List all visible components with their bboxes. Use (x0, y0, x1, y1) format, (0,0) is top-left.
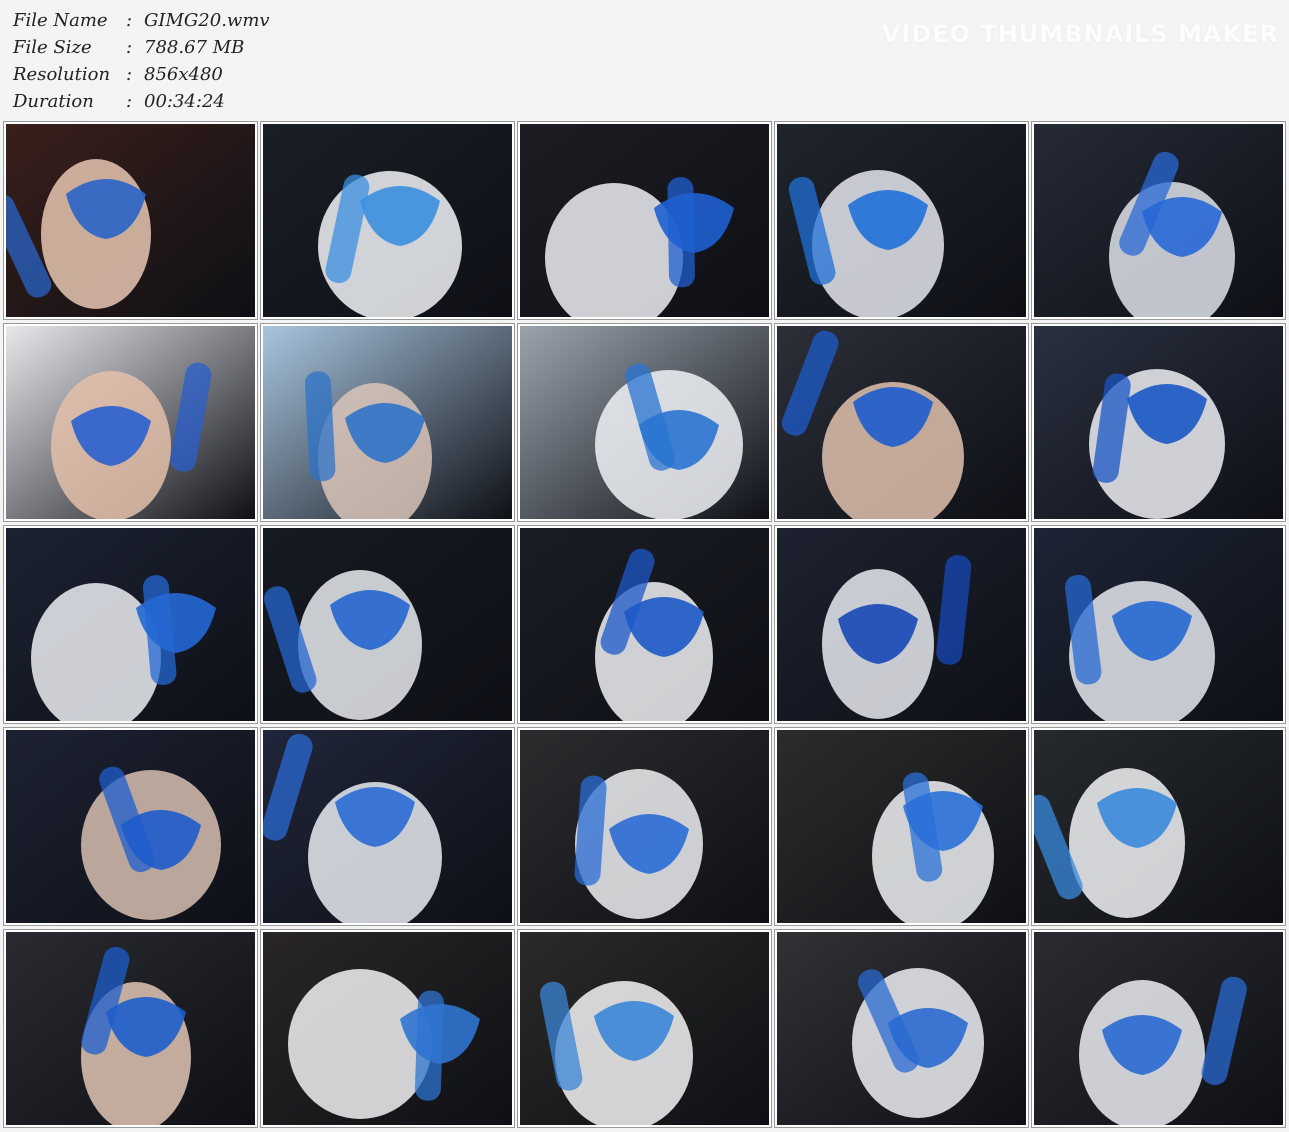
video-thumbnail (3, 525, 258, 724)
video-thumbnail (3, 121, 258, 320)
info-separator: : (126, 10, 133, 31)
info-label: File Size (13, 37, 92, 58)
video-thumbnail (517, 525, 772, 724)
video-thumbnail (260, 929, 515, 1128)
video-thumbnail (1031, 525, 1286, 724)
info-separator: : (126, 37, 133, 58)
info-row-resolution: Resolution : 856x480 (13, 61, 270, 88)
info-row-file-size: File Size : 788.67 MB (13, 34, 270, 61)
video-thumbnail (774, 323, 1029, 522)
info-label: File Name (13, 10, 108, 31)
video-thumbnail (260, 121, 515, 320)
video-thumbnail (774, 525, 1029, 724)
info-value: 788.67 MB (144, 37, 245, 58)
info-value: 856x480 (144, 64, 223, 85)
info-label: Duration (13, 91, 94, 112)
video-thumbnail (1031, 727, 1286, 926)
video-thumbnail (3, 323, 258, 522)
video-thumbnail (260, 727, 515, 926)
watermark: VIDEO THUMBNAILS MAKER (881, 20, 1279, 48)
video-thumbnail (1031, 323, 1286, 522)
video-thumbnail (517, 727, 772, 926)
video-thumbnail (3, 727, 258, 926)
info-row-duration: Duration : 00:34:24 (13, 88, 270, 115)
info-value: GIMG20.wmv (144, 10, 270, 31)
info-separator: : (126, 64, 133, 85)
info-value: 00:34:24 (144, 91, 225, 112)
video-thumbnail (517, 929, 772, 1128)
info-label: Resolution (13, 64, 111, 85)
video-thumbnail (260, 323, 515, 522)
video-thumbnail (774, 929, 1029, 1128)
video-thumbnail (774, 121, 1029, 320)
thumbnail-grid (3, 121, 1286, 1128)
info-row-file-name: File Name : GIMG20.wmv (13, 7, 270, 34)
file-info: File Name : GIMG20.wmv File Size : 788.6… (13, 7, 270, 115)
video-thumbnail (1031, 121, 1286, 320)
video-thumbnail (260, 525, 515, 724)
video-thumbnail (3, 929, 258, 1128)
video-thumbnail (517, 323, 772, 522)
video-thumbnail (774, 727, 1029, 926)
video-thumbnail (1031, 929, 1286, 1128)
info-separator: : (126, 91, 133, 112)
video-thumbnail (517, 121, 772, 320)
